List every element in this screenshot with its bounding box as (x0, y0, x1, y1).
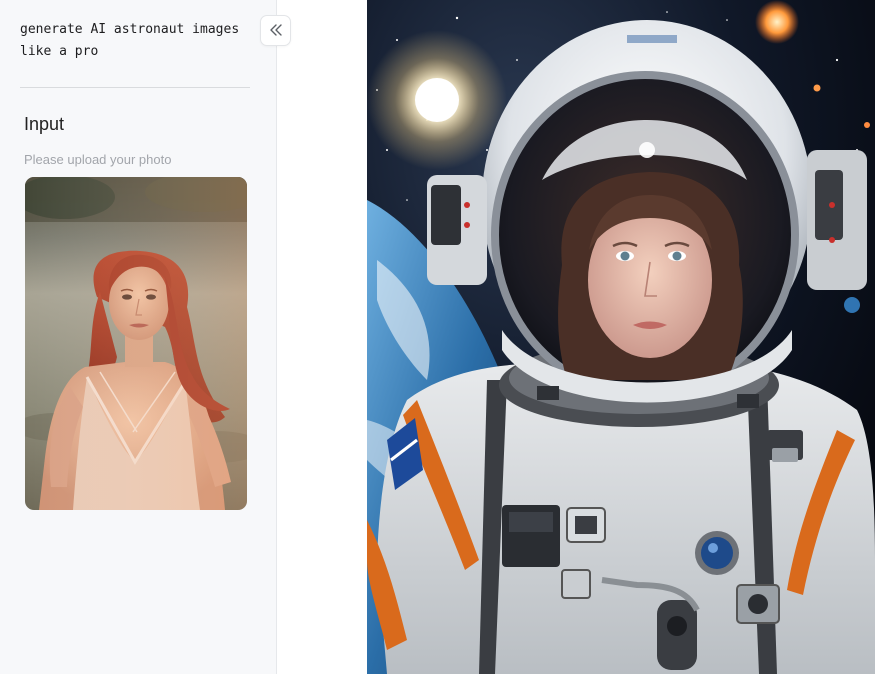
divider (20, 87, 250, 88)
chevrons-left-icon (269, 21, 283, 40)
generated-astronaut-image (367, 0, 875, 674)
app-title: generate AI astronaut images like a pro (20, 22, 240, 59)
input-section-heading: Input (24, 114, 65, 134)
astronaut-image (367, 0, 875, 674)
portrait-image (25, 177, 247, 510)
collapse-sidebar-button[interactable] (260, 15, 291, 46)
uploaded-photo[interactable] (25, 177, 247, 510)
upload-hint: Please upload your photo (24, 152, 172, 167)
sidebar-panel: generate AI astronaut images like a pro … (0, 0, 277, 674)
